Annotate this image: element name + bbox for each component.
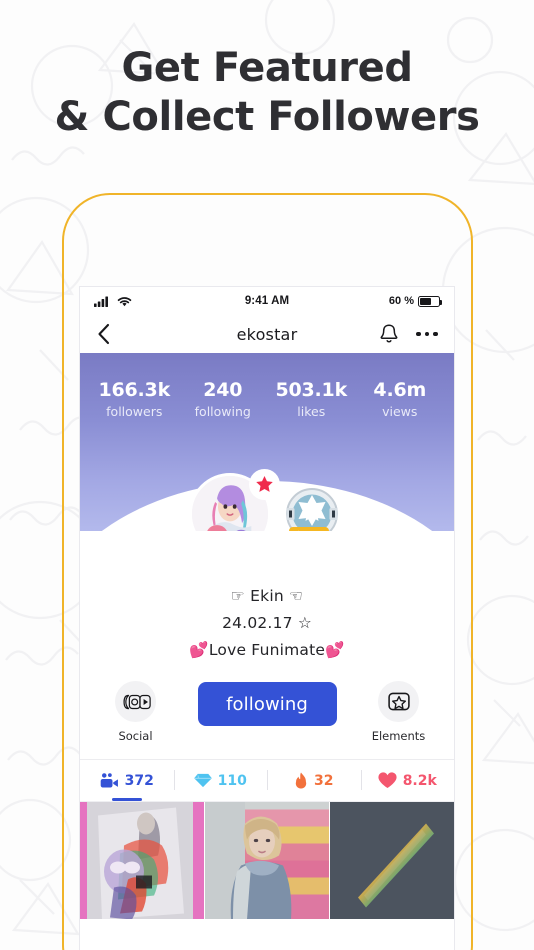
- stat-likes-label: likes: [297, 404, 326, 419]
- stat-following-value: 240: [203, 379, 243, 401]
- video-camera-icon: [100, 773, 118, 788]
- star-icon: [298, 530, 299, 531]
- photo-thumbnail-3[interactable]: [329, 802, 454, 919]
- more-horizontal-icon[interactable]: [416, 331, 438, 337]
- stat-likes-value: 503.1k: [275, 379, 348, 401]
- elements-label: Elements: [371, 729, 426, 743]
- social-media-icon: [122, 694, 151, 709]
- fire-icon: [295, 772, 307, 789]
- battery-percent-label: 60 %: [388, 295, 414, 307]
- metric-tab-fire[interactable]: 32: [267, 760, 361, 801]
- elements-star-icon: [387, 692, 410, 711]
- medal-count-value: 42: [307, 529, 322, 531]
- social-action[interactable]: Social: [104, 681, 168, 743]
- medal-star-icon[interactable]: [285, 487, 339, 531]
- stat-likes[interactable]: 503.1k likes: [267, 379, 356, 419]
- action-row: Social following Elements: [80, 659, 454, 759]
- photo-3-image: [330, 802, 454, 919]
- photo-thumbnail-2[interactable]: [204, 802, 329, 919]
- chevron-left-icon[interactable]: [96, 322, 112, 346]
- headline-line-1: Get Featured: [121, 45, 413, 91]
- diamond-icon: [193, 773, 212, 788]
- display-name: ☞ Ekin ☜: [230, 587, 304, 605]
- bell-icon[interactable]: [379, 323, 399, 346]
- stat-followers[interactable]: 166.3k followers: [90, 379, 179, 419]
- metric-hearts-value: 8.2k: [402, 772, 437, 789]
- metric-fire-value: 32: [314, 772, 334, 789]
- nav-bar: ekostar: [80, 315, 454, 353]
- bio-text: 💕Love Funimate💕: [189, 641, 345, 659]
- featured-star-bubble: [249, 469, 280, 500]
- metric-videos-value: 372: [124, 772, 154, 789]
- join-date: 24.02.17 ☆: [222, 614, 312, 632]
- promo-headline: Get Featured & Collect Followers: [0, 44, 534, 142]
- promo-screenshot: Get Featured & Collect Followers 9:41 AM…: [0, 0, 534, 950]
- follow-button[interactable]: following: [197, 682, 337, 726]
- medal-count-badge: 42: [289, 527, 330, 531]
- stat-views-label: views: [382, 404, 418, 419]
- metric-tab-hearts[interactable]: 8.2k: [360, 760, 455, 801]
- stat-following[interactable]: 240 following: [179, 379, 268, 419]
- elements-action[interactable]: Elements: [367, 681, 431, 743]
- stat-following-label: following: [194, 404, 251, 419]
- identity-block: ☞ Ekin ☜ 24.02.17 ☆ 💕Love Funimate💕: [80, 531, 454, 659]
- photo-2-image: [205, 802, 329, 919]
- stat-views[interactable]: 4.6m views: [356, 379, 445, 419]
- headline-line-2: & Collect Followers: [54, 93, 480, 140]
- photo-grid: [80, 801, 454, 919]
- heart-icon: [378, 772, 397, 789]
- social-label: Social: [118, 729, 153, 743]
- avatar-cluster: PRO 42: [177, 469, 357, 531]
- metric-tab-videos[interactable]: 372: [80, 760, 174, 801]
- photo-thumbnail-1[interactable]: [80, 802, 204, 919]
- stat-followers-value: 166.3k: [98, 379, 171, 401]
- metric-tab-diamonds[interactable]: 110: [173, 760, 268, 801]
- metric-tab-bar: 372 110 32 8.2k: [80, 759, 454, 801]
- battery-icon: [418, 295, 443, 307]
- elements-icon-circle: [378, 681, 419, 722]
- photo-1-image: [80, 802, 204, 919]
- star-icon: [256, 475, 273, 492]
- profile-header: 166.3k followers 240 following 503.1k li…: [80, 353, 454, 531]
- metric-diamonds-value: 110: [217, 772, 247, 789]
- social-icon-circle: [115, 681, 156, 722]
- stat-views-value: 4.6m: [373, 379, 427, 401]
- stat-followers-label: followers: [106, 404, 163, 419]
- status-bar: 9:41 AM 60 %: [80, 287, 454, 315]
- phone-screen: 9:41 AM 60 % ekostar 166.3k followers 24…: [80, 287, 454, 950]
- profile-stats-row: 166.3k followers 240 following 503.1k li…: [80, 353, 454, 419]
